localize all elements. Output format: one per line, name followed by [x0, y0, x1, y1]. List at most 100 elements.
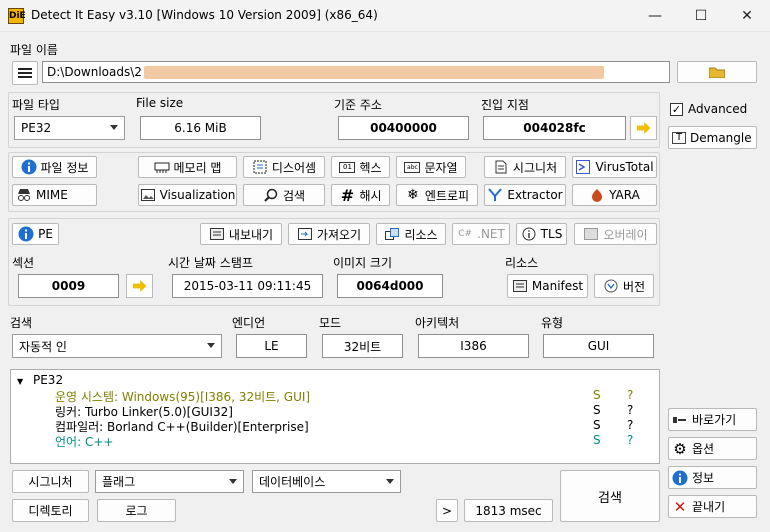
disassembly-icon	[252, 159, 268, 175]
manifest-icon	[512, 278, 528, 294]
version-button[interactable]: 버전	[594, 274, 654, 298]
minimize-button[interactable]: —	[632, 0, 678, 31]
import-label: 가져오기	[316, 227, 362, 242]
about-button[interactable]: 정보	[668, 466, 757, 489]
mode-field: 32비트	[322, 334, 403, 358]
tree-root[interactable]: ▼ PE32	[17, 373, 63, 387]
file-size-field: 6.16 MiB	[140, 116, 261, 140]
type-field: GUI	[543, 334, 654, 358]
strings-label: 문자열	[424, 160, 458, 175]
info-link[interactable]: ?	[627, 403, 633, 417]
scan-button[interactable]: 검색	[560, 470, 660, 522]
mime-button[interactable]: MIME	[12, 184, 97, 206]
info-link[interactable]: ?	[627, 418, 633, 432]
entry-point-go-button[interactable]	[630, 116, 657, 140]
signatures-db-label: 시그니처	[28, 475, 73, 489]
strings-button[interactable]: abc 문자열	[396, 156, 466, 178]
image-size-field[interactable]: 0064d000	[337, 274, 443, 298]
base-address-label: 기준 주소	[334, 98, 382, 112]
shortcuts-button[interactable]: 바로가기	[668, 408, 757, 431]
flags-value: 플래그	[102, 475, 136, 489]
hex-button[interactable]: 01 헥스	[331, 156, 390, 178]
demangle-label: Demangle	[690, 130, 752, 145]
file-info-label: 파일 정보	[40, 160, 89, 175]
chevron-down-icon	[229, 478, 237, 484]
search-mode-value: 자동적 인	[19, 339, 67, 354]
info-icon	[18, 226, 34, 242]
endian-value: LE	[264, 339, 279, 353]
signature-link[interactable]: S	[593, 418, 601, 432]
signature-link[interactable]: S	[593, 388, 601, 402]
net-button[interactable]: C# .NET	[452, 223, 510, 245]
resources-button[interactable]: 리소스	[376, 223, 446, 245]
sections-field[interactable]: 0009	[18, 274, 119, 298]
log-button[interactable]: 로그	[97, 499, 176, 522]
database-select[interactable]: 데이터베이스	[252, 470, 401, 493]
image-size-label: 이미지 크기	[333, 256, 393, 270]
signatures-button[interactable]: 시그니처	[484, 156, 566, 178]
file-info-button[interactable]: 파일 정보	[12, 156, 97, 178]
type-label: 유형	[541, 316, 564, 330]
signatures-db-button[interactable]: 시그니처	[12, 470, 89, 493]
manifest-label: Manifest	[531, 279, 584, 293]
manifest-button[interactable]: Manifest	[507, 274, 588, 298]
exit-label: 끝내기	[692, 500, 726, 514]
options-label: 옵션	[692, 442, 715, 456]
exit-button[interactable]: ✕ 끝내기	[668, 495, 757, 518]
scan-label: 검색	[598, 490, 622, 506]
shortcuts-icon	[672, 412, 688, 428]
export-button[interactable]: 내보내기	[200, 223, 282, 245]
directory-button[interactable]: 디렉토리	[12, 499, 89, 522]
arch-field: I386	[418, 334, 529, 358]
sections-go-button[interactable]	[126, 274, 153, 298]
spy-icon	[16, 187, 32, 203]
sections-value: 0009	[51, 279, 86, 293]
signature-link[interactable]: S	[593, 403, 601, 417]
entropy-label: 엔트로피	[424, 188, 470, 203]
flags-select[interactable]: 플래그	[95, 470, 244, 493]
open-file-button[interactable]	[677, 61, 757, 83]
result-tree[interactable]: ▼ PE32 운영 시스템: Windows(95)[I386, 32비트, G…	[10, 369, 660, 464]
import-button[interactable]: 가져오기	[288, 223, 370, 245]
mode-label: 모드	[319, 316, 342, 330]
info-link[interactable]: ?	[627, 433, 633, 447]
hash-button[interactable]: # 해시	[331, 184, 390, 206]
signature-link[interactable]: S	[593, 433, 601, 447]
extractor-button[interactable]: Extractor	[484, 184, 566, 206]
overlay-button[interactable]: 오버레이	[574, 223, 657, 245]
sections-label: 섹션	[12, 256, 35, 270]
disasm-button[interactable]: 디스어셈	[243, 156, 325, 178]
title-bar: DiE Detect It Easy v3.10 [Windows 10 Ver…	[0, 0, 770, 32]
entry-point-field[interactable]: 004028fc	[483, 116, 626, 140]
window-title: Detect It Easy v3.10 [Windows 10 Version…	[31, 8, 378, 22]
pe-button[interactable]: PE	[12, 223, 59, 245]
file-path-text: D:\Downloads\2	[47, 65, 142, 79]
base-address-field[interactable]: 00400000	[338, 116, 469, 140]
more-button[interactable]: >	[436, 499, 458, 522]
search-button[interactable]: 검색	[243, 184, 325, 206]
yara-button[interactable]: YARA	[572, 184, 657, 206]
advanced-checkbox[interactable]: ✓ Advanced	[670, 102, 747, 116]
file-path-input[interactable]: D:\Downloads\2	[42, 61, 670, 83]
arch-value: I386	[460, 339, 487, 353]
maximize-button[interactable]: ☐	[678, 0, 724, 31]
options-button[interactable]: ⚙ 옵션	[668, 437, 757, 460]
close-button[interactable]: ✕	[724, 0, 770, 31]
virustotal-button[interactable]: VirusTotal	[572, 156, 657, 178]
file-type-select[interactable]: PE32	[14, 116, 125, 140]
document-icon	[493, 159, 509, 175]
search-mode-select[interactable]: 자동적 인	[12, 334, 222, 358]
entropy-button[interactable]: ❄ 엔트로피	[396, 184, 478, 206]
info-link[interactable]: ?	[627, 388, 633, 402]
close-icon: ✕	[673, 497, 687, 516]
file-menu-button[interactable]	[12, 61, 38, 85]
version-label: 버전	[622, 279, 646, 294]
export-icon	[209, 226, 225, 242]
tls-button[interactable]: TLS	[516, 223, 567, 245]
visualization-button[interactable]: Visualization	[138, 184, 237, 206]
timestamp-label: 시간 날짜 스탬프	[168, 256, 253, 270]
file-size-value: 6.16 MiB	[174, 121, 227, 135]
memory-map-button[interactable]: 메모리 맵	[138, 156, 237, 178]
app-icon: DiE	[8, 8, 26, 24]
demangle-button[interactable]: T Demangle	[668, 126, 757, 149]
